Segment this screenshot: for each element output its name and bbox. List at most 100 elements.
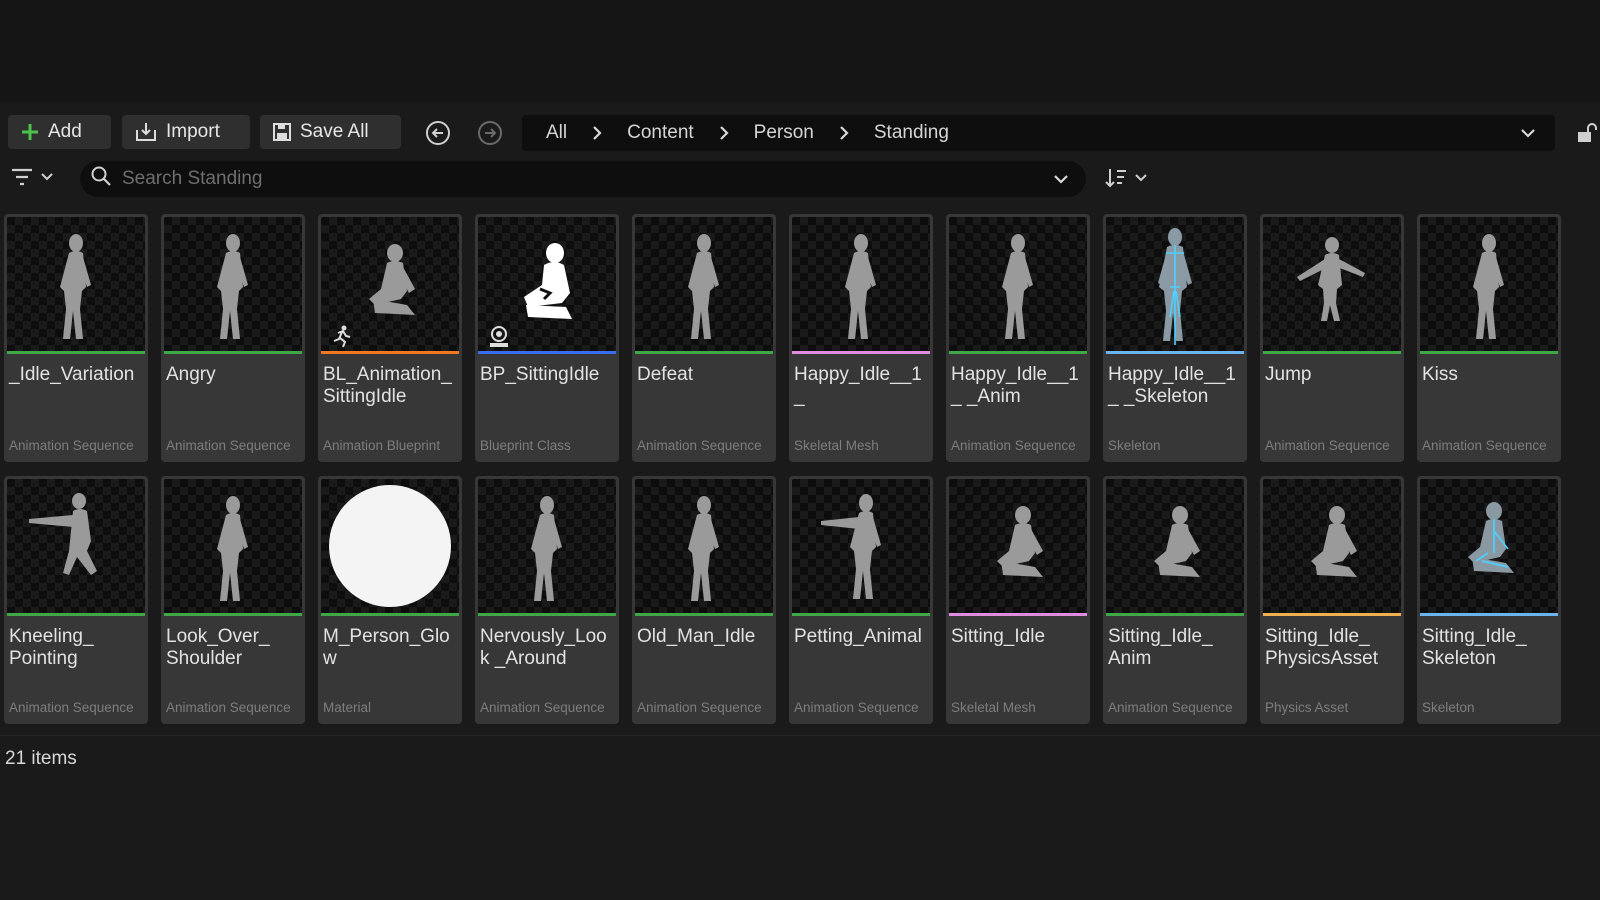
asset-name: _Idle_Variation bbox=[9, 364, 135, 385]
asset-tile[interactable]: Happy_Idle__1_ _Anim Animation Sequence bbox=[946, 214, 1090, 462]
asset-tile[interactable]: Look_Over_ Shoulder Animation Sequence bbox=[161, 476, 305, 724]
asset-tile[interactable]: Kiss Animation Sequence bbox=[1417, 214, 1561, 462]
asset-type-color-bar bbox=[1263, 613, 1401, 616]
chevron-down-icon bbox=[40, 170, 54, 189]
figure-standing bbox=[845, 234, 876, 339]
asset-name: Old_Man_Idle bbox=[637, 626, 756, 647]
asset-tile[interactable]: Angry Animation Sequence bbox=[161, 214, 305, 462]
asset-tile[interactable]: Sitting_Idle_ PhysicsAsset Physics Asset bbox=[1260, 476, 1404, 724]
asset-name: Sitting_Idle_ Skeleton bbox=[1422, 626, 1527, 669]
asset-tile[interactable]: Sitting_Idle Skeletal Mesh bbox=[946, 476, 1090, 724]
asset-type: Animation Sequence bbox=[951, 438, 1076, 453]
asset-tile[interactable]: Happy_Idle__1_ _Skeleton Skeleton bbox=[1103, 214, 1247, 462]
asset-name: Kiss bbox=[1422, 364, 1458, 385]
asset-type: Animation Sequence bbox=[637, 700, 762, 715]
item-count: 21 items bbox=[5, 748, 77, 769]
asset-tile[interactable]: Old_Man_Idle Animation Sequence bbox=[632, 476, 776, 724]
asset-tile[interactable]: Sitting_Idle_ Skeleton Skeleton bbox=[1417, 476, 1561, 724]
asset-name: Happy_Idle__1_ _Skeleton bbox=[1108, 364, 1236, 407]
breadcrumb-standing[interactable]: Standing bbox=[872, 122, 951, 144]
asset-tile[interactable]: Kneeling_ Pointing Animation Sequence bbox=[4, 476, 148, 724]
asset-type-color-bar bbox=[949, 351, 1087, 354]
asset-tile[interactable]: BL_Animation_ SittingIdle Animation Bluep… bbox=[318, 214, 462, 462]
asset-thumbnail bbox=[7, 217, 145, 351]
asset-type: Animation Sequence bbox=[637, 438, 762, 453]
asset-type: Material bbox=[323, 700, 372, 715]
asset-thumbnail bbox=[478, 217, 616, 351]
asset-thumbnail bbox=[792, 479, 930, 613]
asset-name: Look_Over_ Shoulder bbox=[166, 626, 270, 669]
asset-type-color-bar bbox=[1420, 351, 1558, 354]
asset-thumbnail bbox=[1420, 217, 1558, 351]
asset-type: Animation Sequence bbox=[1265, 438, 1390, 453]
asset-tile[interactable]: Happy_Idle__1_ Skeletal Mesh bbox=[789, 214, 933, 462]
sort-icon bbox=[1104, 167, 1128, 194]
asset-thumbnail bbox=[478, 479, 616, 613]
chevron-right-icon[interactable] bbox=[696, 125, 752, 141]
figure-jump bbox=[1297, 237, 1365, 321]
asset-type-color-bar bbox=[321, 351, 459, 354]
save-all-label: Save All bbox=[300, 121, 369, 142]
save-all-button[interactable]: Save All bbox=[260, 115, 401, 149]
sort-button[interactable] bbox=[1104, 167, 1148, 194]
asset-thumbnail bbox=[1263, 479, 1401, 613]
back-arrow-icon[interactable] bbox=[425, 120, 451, 146]
asset-type: Skeleton bbox=[1108, 438, 1161, 453]
asset-type-color-bar bbox=[635, 613, 773, 616]
asset-type: Animation Sequence bbox=[1108, 700, 1233, 715]
breadcrumb-all[interactable]: All bbox=[544, 122, 569, 144]
asset-name: BP_SittingIdle bbox=[480, 364, 600, 385]
filter-button[interactable] bbox=[10, 167, 54, 192]
toolbar: Add Import Save All All Content Person S… bbox=[0, 103, 1600, 159]
asset-type: Skeletal Mesh bbox=[951, 700, 1036, 715]
figure-standing bbox=[688, 234, 719, 339]
asset-type-color-bar bbox=[7, 613, 145, 616]
breadcrumb-content[interactable]: Content bbox=[625, 122, 696, 144]
add-label: Add bbox=[48, 121, 82, 142]
asset-type: Physics Asset bbox=[1265, 700, 1349, 715]
asset-type-color-bar bbox=[164, 613, 302, 616]
chevron-right-icon[interactable] bbox=[816, 125, 872, 141]
chevron-right-icon[interactable] bbox=[569, 125, 625, 141]
content-browser: Add Import Save All All Content Person S… bbox=[0, 103, 1600, 900]
asset-type: Skeleton bbox=[1422, 700, 1475, 715]
search-input[interactable]: Search Standing bbox=[122, 168, 263, 190]
breadcrumb-person[interactable]: Person bbox=[752, 122, 816, 144]
top-empty-band bbox=[0, 0, 1600, 100]
asset-name: Nervously_Look _Around bbox=[480, 626, 607, 669]
asset-name: M_Person_Glow bbox=[323, 626, 450, 669]
asset-name: Angry bbox=[166, 364, 216, 385]
figure-kneeling bbox=[29, 493, 97, 575]
lock-icon[interactable] bbox=[1575, 121, 1599, 150]
asset-type-color-bar bbox=[478, 351, 616, 354]
asset-tile[interactable]: Nervously_Look _Around Animation Sequence bbox=[475, 476, 619, 724]
asset-type-color-bar bbox=[321, 613, 459, 616]
asset-type-color-bar bbox=[1106, 351, 1244, 354]
asset-tile[interactable]: M_Person_Glow Material bbox=[318, 476, 462, 724]
chevron-down-icon[interactable] bbox=[1052, 170, 1070, 194]
asset-thumbnail bbox=[792, 217, 930, 351]
asset-tile[interactable]: BP_SittingIdle Blueprint Class bbox=[475, 214, 619, 462]
asset-tile[interactable]: Sitting_Idle_ Anim Animation Sequence bbox=[1103, 476, 1247, 724]
asset-tile[interactable]: Jump Animation Sequence bbox=[1260, 214, 1404, 462]
figure-sitting bbox=[1154, 506, 1200, 577]
asset-thumbnail bbox=[635, 217, 773, 351]
add-button[interactable]: Add bbox=[8, 115, 111, 149]
figure-standing bbox=[1002, 234, 1033, 339]
asset-type-color-bar bbox=[949, 613, 1087, 616]
import-button[interactable]: Import bbox=[122, 115, 250, 149]
asset-name: Sitting_Idle bbox=[951, 626, 1046, 647]
asset-tile[interactable]: Defeat Animation Sequence bbox=[632, 214, 776, 462]
asset-thumbnail bbox=[1106, 217, 1244, 351]
chevron-down-icon[interactable] bbox=[1519, 124, 1537, 148]
asset-type: Animation Sequence bbox=[480, 700, 605, 715]
asset-type-color-bar bbox=[792, 613, 930, 616]
asset-tile[interactable]: Petting_Animal Animation Sequence bbox=[789, 476, 933, 724]
asset-thumbnail bbox=[321, 217, 459, 351]
divider bbox=[0, 735, 1600, 736]
import-label: Import bbox=[166, 121, 220, 142]
asset-thumbnail bbox=[164, 217, 302, 351]
asset-type-color-bar bbox=[7, 351, 145, 354]
forward-arrow-icon[interactable] bbox=[477, 120, 503, 146]
asset-tile[interactable]: _Idle_Variation Animation Sequence bbox=[4, 214, 148, 462]
